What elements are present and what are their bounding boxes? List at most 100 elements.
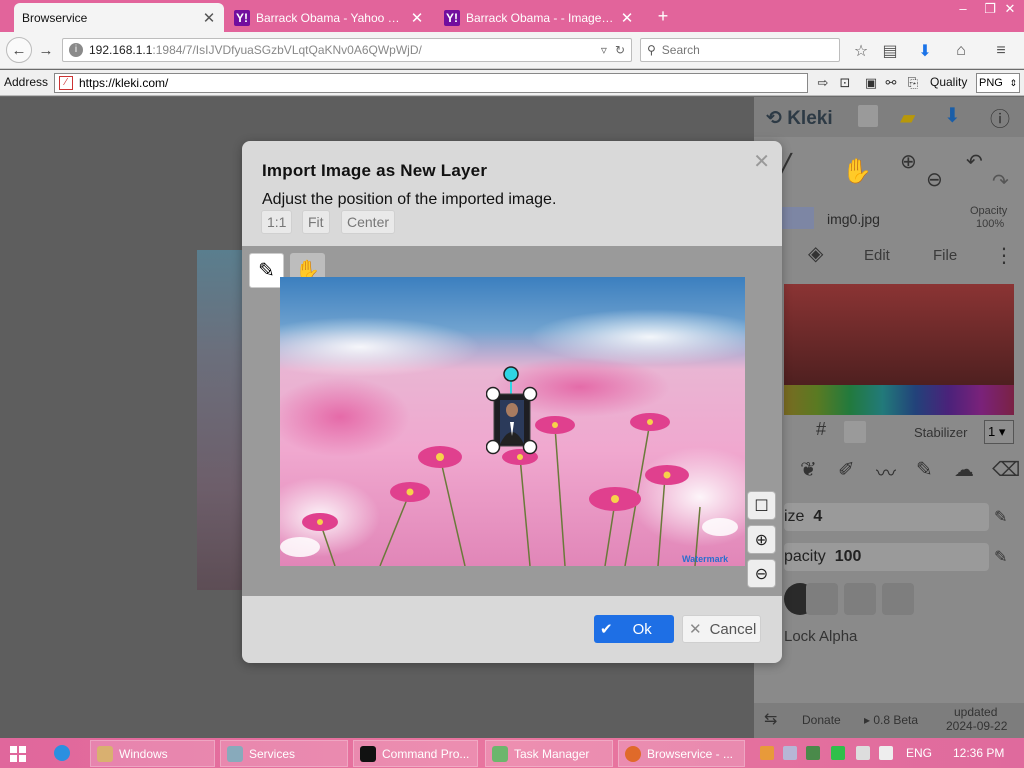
menu-icon[interactable]: ≡	[990, 40, 1012, 62]
more-options-icon[interactable]: ⋮	[994, 243, 1014, 268]
close-tab-icon[interactable]: ✕	[620, 9, 634, 27]
taskbar-item-task-manager[interactable]: Task Manager	[485, 740, 613, 767]
opacity-label: Opacity	[970, 205, 1008, 217]
downloads-icon[interactable]: ⬇	[914, 40, 936, 62]
clipboard-icon[interactable]: ⎘	[904, 74, 922, 92]
zoom-out-icon[interactable]: ⊖	[926, 167, 943, 192]
forward-button[interactable]: →	[36, 40, 56, 60]
network-icon[interactable]	[856, 746, 870, 760]
fit-view-button[interactable]: ☐	[747, 491, 776, 520]
layers-icon[interactable]: ◈	[808, 241, 823, 266]
back-button[interactable]: ←	[6, 37, 32, 63]
download-icon[interactable]: ⬇	[944, 103, 961, 128]
close-tab-icon[interactable]: ✕	[202, 9, 216, 27]
save-icon[interactable]: ▣	[862, 74, 880, 92]
center-button[interactable]: Center	[341, 210, 396, 234]
find-icon[interactable]: ⚯	[882, 74, 900, 92]
tray-app-icon[interactable]	[760, 746, 774, 760]
stabilizer-select[interactable]: 1 ▾	[984, 420, 1014, 444]
new-image-icon[interactable]	[858, 105, 878, 127]
fit-button[interactable]: Fit	[302, 210, 330, 234]
zoom-in-icon[interactable]: ⊕	[900, 149, 917, 174]
stabilizer-label: Stabilizer	[914, 425, 968, 440]
redo-icon[interactable]: ↷	[992, 169, 1009, 194]
close-tab-icon[interactable]: ✕	[410, 9, 424, 27]
transform-tool-button[interactable]: ✎	[249, 253, 284, 288]
zoom-in-button[interactable]: ⊕	[747, 525, 776, 554]
swap-icon[interactable]: ⇆	[764, 709, 777, 729]
services-icon	[227, 745, 243, 762]
taskbar-item-windows[interactable]: Windows	[90, 740, 215, 767]
lock-alpha-label[interactable]: Lock Alpha	[784, 628, 857, 645]
resize-handle-bottom-left[interactable]	[486, 439, 501, 455]
tab-file[interactable]: File	[933, 247, 957, 264]
minimize-icon[interactable]: –	[955, 0, 971, 20]
windows-start-icon[interactable]	[10, 746, 26, 762]
cancel-button[interactable]: ✕ Cancel	[682, 615, 761, 643]
tab-browservice[interactable]: Browservice ✕	[14, 3, 224, 32]
language-indicator[interactable]: ENG	[906, 746, 932, 760]
resize-handle-bottom-right[interactable]	[522, 439, 538, 455]
brush-sketchy-icon[interactable]: 〰	[876, 457, 896, 486]
bookmark-icon[interactable]: ⊡	[836, 74, 854, 92]
tab-title: Barrack Obama - - Image S...	[466, 10, 614, 25]
layer-thumbnail[interactable]	[782, 207, 814, 229]
hand-tool-icon[interactable]: ✋	[842, 157, 872, 186]
hex-input-icon[interactable]: #	[816, 419, 826, 440]
url-path: :1984/7/IsIJVDfyuaSGzbVLqtQaKNv0A6QWpWjD…	[152, 43, 422, 57]
import-preview-area[interactable]: ✎ ✋ Watermark ☐ ⊕ ⊖	[242, 246, 782, 596]
taskbar-item-services[interactable]: Services	[220, 740, 348, 767]
restore-icon[interactable]: ❐	[982, 0, 998, 20]
undo-icon[interactable]: ↶	[966, 149, 983, 174]
close-window-icon[interactable]: ✕	[1000, 0, 1020, 20]
taskbar-item-browservice[interactable]: Browservice - ...	[618, 740, 745, 767]
search-input[interactable]: ⚲ Search	[640, 38, 840, 62]
quality-select[interactable]: PNG ⇕	[976, 73, 1020, 93]
home-icon[interactable]: ⌂	[950, 40, 972, 62]
tray-app-icon[interactable]	[783, 746, 797, 760]
brush-shape-line-icon[interactable]	[844, 583, 876, 615]
brush-shape-square-icon[interactable]	[882, 583, 914, 615]
rotate-handle[interactable]	[503, 366, 519, 382]
opacity-edit-icon[interactable]: ✎	[994, 547, 1007, 567]
secondary-color-swatch[interactable]	[844, 421, 866, 443]
clock[interactable]: 12:36 PM	[953, 746, 1004, 760]
size-edit-icon[interactable]: ✎	[994, 507, 1007, 527]
help-icon[interactable]: ⓘ	[990, 103, 1010, 132]
resize-handle-top-right[interactable]	[522, 386, 538, 402]
donate-link[interactable]: Donate	[802, 713, 841, 727]
url-bar[interactable]: i 192.168.1.1:1984/7/IsIJVDfyuaSGzbVLqtQ…	[62, 38, 632, 62]
close-dialog-icon[interactable]: ✕	[753, 149, 770, 174]
brush-blend-icon[interactable]: ✐	[838, 457, 855, 482]
tray-shield-icon[interactable]	[806, 746, 820, 760]
tab-edit[interactable]: Edit	[864, 247, 890, 264]
reading-list-icon[interactable]: ▤	[879, 40, 901, 62]
open-folder-icon[interactable]: ▰	[900, 105, 915, 130]
scale-1-1-button[interactable]: 1:1	[261, 210, 293, 234]
taskbar-item-command-prompt[interactable]: Command Pro...	[353, 740, 478, 767]
brush-chemy-icon[interactable]: ☁	[954, 457, 974, 482]
ok-button[interactable]: ✔ Ok	[594, 615, 674, 643]
hue-slider[interactable]	[784, 385, 1014, 415]
volume-icon[interactable]	[879, 746, 893, 760]
zoom-out-button[interactable]: ⊖	[747, 559, 776, 588]
brush-pen-icon[interactable]: ❦	[800, 457, 817, 482]
go-icon[interactable]: ⇨	[814, 74, 832, 92]
size-slider[interactable]: ize 4	[784, 503, 989, 531]
address-field[interactable]: ⁄ https://kleki.com/	[54, 73, 808, 93]
tab-image-search[interactable]: Y! Barrack Obama - - Image S... ✕	[436, 3, 642, 32]
eraser-icon[interactable]: ⌫	[992, 457, 1020, 482]
brush-pixel-icon[interactable]: ✎	[916, 457, 933, 482]
tab-yahoo-search[interactable]: Y! Barrack Obama - Yahoo Se... ✕	[226, 3, 432, 32]
dropdown-arrow-icon[interactable]: ▿	[601, 43, 607, 57]
resize-handle-top-left[interactable]	[486, 386, 501, 402]
reload-icon[interactable]: ↻	[615, 43, 625, 57]
opacity-slider[interactable]: pacity 100	[784, 543, 989, 571]
tray-status-icon[interactable]	[831, 746, 845, 760]
brush-shape-soft-icon[interactable]	[806, 583, 838, 615]
site-info-icon[interactable]: i	[69, 43, 83, 57]
imported-image-transform[interactable]	[486, 364, 542, 460]
new-tab-button[interactable]: +	[653, 6, 673, 27]
internet-explorer-icon[interactable]	[54, 745, 70, 761]
bookmark-star-icon[interactable]: ☆	[850, 40, 872, 62]
